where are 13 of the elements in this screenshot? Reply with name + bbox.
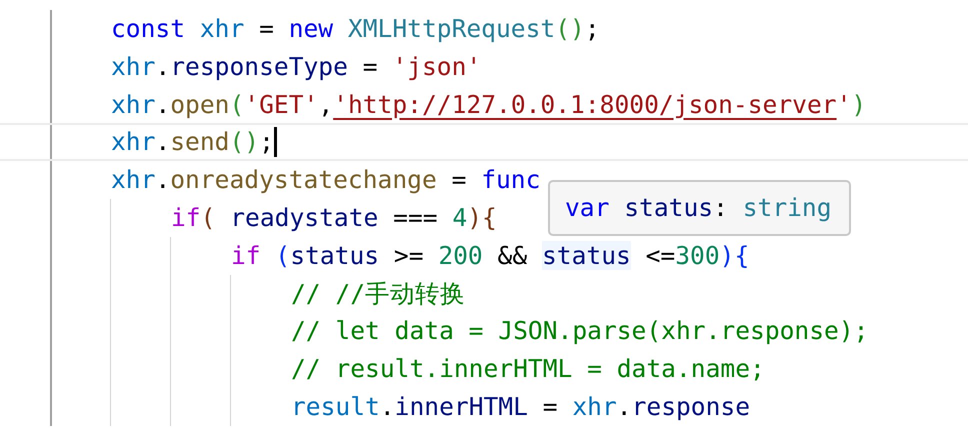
code-line: xhr.send();: [111, 126, 274, 158]
code-line: const xhr = new XMLHttpRequest();: [111, 13, 600, 45]
code-line: // let data = JSON.parse(xhr.response);: [291, 315, 868, 348]
code-line: if( readystate === 4){: [171, 202, 497, 234]
code-line: xhr.onreadystatechange = func: [111, 164, 540, 196]
code-line: if (status >= 200 && status <=300){: [231, 240, 750, 272]
text-cursor: [274, 127, 277, 158]
code-line: // result.innerHTML = data.name;: [291, 353, 765, 386]
code-line: result.innerHTML = xhr.response: [291, 390, 750, 423]
code-line: xhr.open('GET','http://127.0.0.1:8000/json-server'): [111, 88, 866, 121]
code-line: xhr.responseType = 'json': [111, 50, 482, 83]
hover-tooltip: var status: string: [548, 180, 851, 236]
code-line: // //手动转换: [291, 278, 466, 310]
